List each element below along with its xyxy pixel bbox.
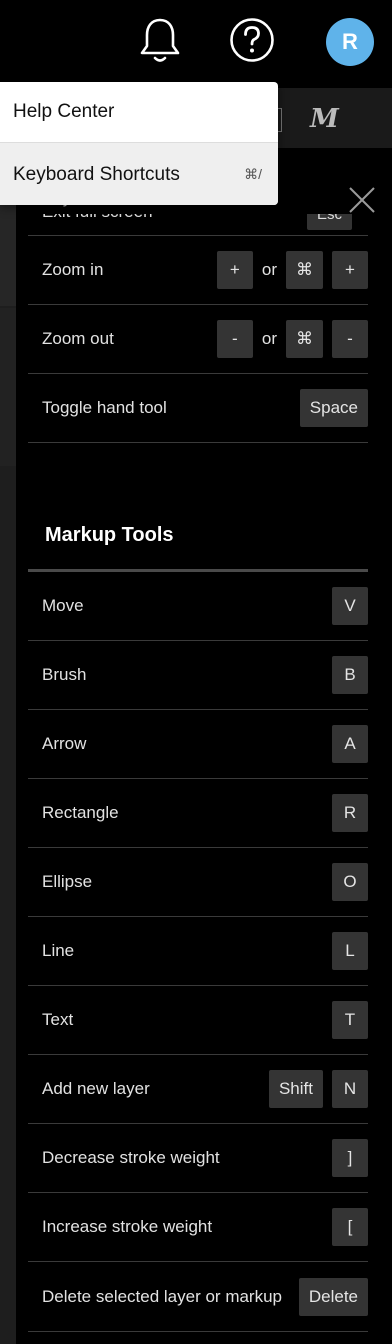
shortcut-label: Move (42, 596, 84, 615)
bell-icon[interactable] (136, 14, 184, 66)
shortcut-row-ellipse: Ellipse O (28, 848, 368, 917)
menu-item-shortcut: ⌘/ (244, 166, 262, 182)
background-logo: M (310, 104, 339, 134)
shortcut-key: ⌘ (286, 320, 323, 358)
shortcut-label: Zoom in (42, 260, 104, 279)
shortcut-row-line: Line L (28, 917, 368, 986)
markup-shortcuts-list: Move V Brush B Arrow A Rectangle R Ellipse O Line L… (28, 572, 368, 1332)
shortcut-row-delete-selected-layer-or-markup: Delete selected layer or markup Delete (28, 1262, 368, 1332)
shortcut-label: Line (42, 941, 75, 960)
avatar-initial: R (342, 29, 358, 54)
shortcut-label: Add new layer (42, 1079, 150, 1098)
shortcut-key: - (216, 320, 253, 358)
shortcut-label: Exit full screen (42, 214, 153, 222)
shortcut-row-rectangle: Rectangle R (28, 779, 368, 848)
shortcut-key: V (332, 587, 368, 625)
shortcut-key: Space (299, 389, 368, 427)
shortcut-key: B (332, 656, 368, 694)
shortcut-label: Delete selected layer or markup (42, 1286, 283, 1306)
shortcut-keys: R (332, 794, 368, 832)
shortcut-key: Esc (306, 214, 352, 230)
shortcut-keys: - or ⌘ - (216, 320, 368, 358)
shortcut-label: Zoom out (42, 329, 114, 348)
shortcut-row-decrease-stroke-weight: Decrease stroke weight] (28, 1124, 368, 1193)
help-menu: Help Center Keyboard Shortcuts ⌘/ (0, 82, 278, 205)
menu-item-keyboard-shortcuts[interactable]: Keyboard Shortcuts ⌘/ (0, 143, 278, 205)
close-icon[interactable] (348, 186, 376, 214)
shortcut-row-zoom-out: Zoom out - or ⌘ - (28, 305, 368, 374)
shortcut-row-text: Text T (28, 986, 368, 1055)
shortcut-row-toggle-hand-tool: Toggle hand tool Space (28, 374, 368, 443)
shortcut-keys: Delete (298, 1277, 368, 1316)
shortcut-keys: Shift N (268, 1070, 368, 1108)
shortcut-label: Rectangle (42, 803, 119, 822)
menu-item-help-center[interactable]: Help Center (0, 82, 278, 142)
shortcut-keys: Space (299, 389, 368, 427)
keyboard-shortcuts-panel: Keyboard Shortcuts Exit full screen Esc … (16, 148, 392, 1344)
shortcut-row-exit-full-screen: Exit full screen Esc (28, 214, 368, 236)
shortcut-key: - (332, 320, 368, 358)
shortcut-label: Ellipse (42, 872, 93, 891)
shortcut-key: ] (332, 1139, 368, 1177)
top-bar: R (0, 0, 392, 84)
shortcut-key: [ (332, 1208, 368, 1246)
shortcut-or-text: or (261, 329, 277, 348)
shortcut-label: Brush (42, 665, 87, 684)
shortcut-label: Text (42, 1010, 74, 1029)
shortcut-row-move: Move V (28, 572, 368, 641)
shortcut-key: N (332, 1070, 368, 1108)
shortcut-key: R (332, 794, 368, 832)
shortcut-keys: A (332, 725, 368, 763)
shortcut-keys: B (332, 656, 368, 694)
shortcut-keys: L (332, 932, 368, 970)
shortcut-label: Increase stroke weight (42, 1217, 213, 1236)
background-sidebar-block (0, 200, 16, 306)
shortcut-or-text: or (261, 260, 277, 279)
shortcut-row-arrow: Arrow A (28, 710, 368, 779)
avatar[interactable]: R (326, 18, 374, 66)
shortcut-key: Delete (298, 1277, 368, 1316)
help-circle-icon[interactable] (228, 16, 276, 64)
shortcut-label: Decrease stroke weight (42, 1148, 220, 1167)
shortcut-keys: ] (332, 1139, 368, 1177)
shortcut-key: A (332, 725, 368, 763)
shortcut-keys: T (332, 1001, 368, 1039)
shortcut-key: L (332, 932, 368, 970)
shortcut-row-brush: Brush B (28, 641, 368, 710)
shortcut-key: Shift (268, 1070, 323, 1108)
shortcut-key: ⌘ (286, 251, 323, 289)
shortcut-key: O (332, 863, 368, 901)
shortcut-key: T (332, 1001, 368, 1039)
shortcut-row-add-new-layer: Add new layer Shift N (28, 1055, 368, 1124)
menu-item-label: Keyboard Shortcuts (13, 163, 180, 185)
shortcut-row-zoom-in: Zoom in + or ⌘ + (28, 236, 368, 305)
shortcut-label: Arrow (42, 734, 87, 753)
shortcut-keys: + or ⌘ + (216, 251, 368, 289)
section-title-markup-tools: Markup Tools (45, 524, 174, 546)
background-sidebar-block (0, 308, 16, 466)
shortcut-key: + (216, 251, 253, 289)
view-shortcuts-list: Zoom in + or ⌘ + Zoom out - or ⌘ - Toggle hand too… (28, 236, 368, 443)
shortcut-keys: [ (332, 1208, 368, 1246)
shortcut-label: Toggle hand tool (42, 398, 167, 417)
shortcut-row-increase-stroke-weight: Increase stroke weight [ (28, 1193, 368, 1262)
shortcut-keys: O (332, 863, 368, 901)
shortcut-key: + (332, 251, 368, 289)
menu-item-label: Help Center (13, 101, 115, 122)
shortcut-keys: V (332, 587, 368, 625)
background-sidebar (0, 84, 16, 1344)
